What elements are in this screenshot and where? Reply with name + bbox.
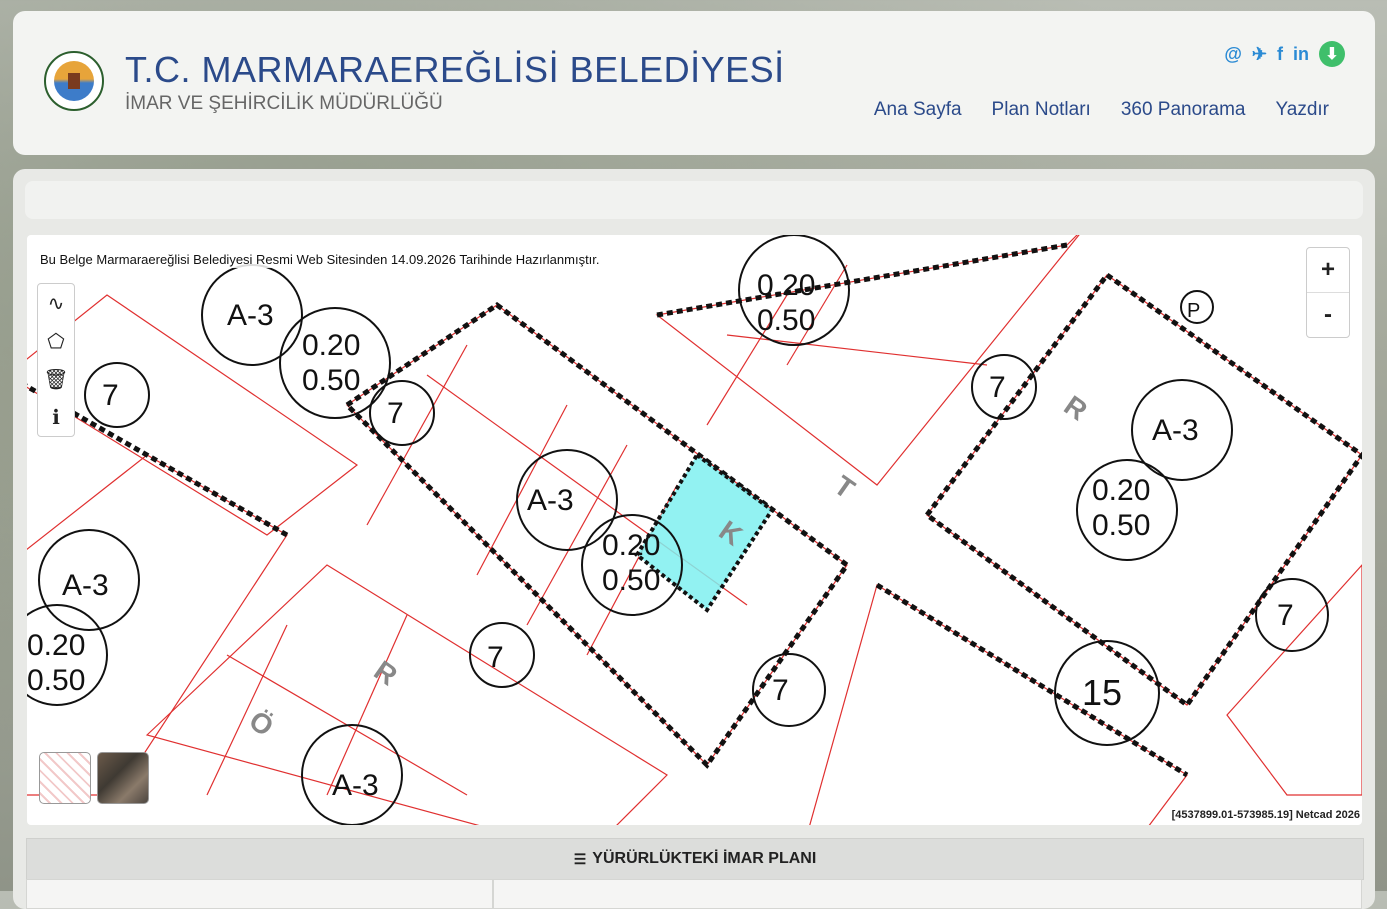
svg-text:0.50: 0.50 [27, 664, 85, 697]
municipality-logo[interactable] [44, 51, 104, 111]
main-nav: Ana Sayfa Plan Notları 360 Panorama Yazd… [874, 99, 1329, 121]
coordinate-readout: [4537899.01-573985.19] Netcad 2026 [1171, 809, 1360, 821]
nav-yazdir[interactable]: Yazdır [1275, 99, 1329, 121]
svg-text:7: 7 [387, 397, 404, 430]
svg-text:7: 7 [1277, 599, 1294, 632]
info-bar [25, 181, 1363, 219]
plan-map-canvas[interactable]: A-3 0.20 0.50 A-3 0.20 0.50 A-3 0.20 0.5… [27, 235, 1362, 825]
svg-text:0.50: 0.50 [757, 304, 815, 337]
svg-text:T: T [829, 470, 861, 505]
svg-text:R: R [1059, 390, 1093, 427]
nav-plan-notlari[interactable]: Plan Notları [992, 99, 1091, 121]
list-icon: ☰ [573, 850, 587, 867]
map-notice: Bu Belge Marmaraereğlisi Belediyesi Resm… [37, 251, 603, 268]
trash-icon[interactable]: 🗑 [38, 360, 74, 398]
facebook-icon[interactable]: f [1277, 44, 1283, 65]
svg-text:7: 7 [989, 371, 1006, 404]
svg-text:A-3: A-3 [227, 299, 274, 332]
svg-text:0.20: 0.20 [27, 629, 85, 662]
map-view[interactable]: A-3 0.20 0.50 A-3 0.20 0.50 A-3 0.20 0.5… [27, 235, 1362, 825]
svg-text:7: 7 [772, 674, 789, 707]
svg-text:0.20: 0.20 [757, 269, 815, 302]
svg-text:R: R [369, 655, 403, 692]
zoom-out-button[interactable]: - [1307, 293, 1349, 337]
svg-text:0.50: 0.50 [302, 364, 360, 397]
svg-text:P: P [1187, 300, 1200, 322]
svg-text:Ö: Ö [244, 705, 280, 743]
basemap-switcher [39, 752, 149, 804]
plan-table-column [493, 879, 1362, 909]
svg-text:0.20: 0.20 [302, 329, 360, 362]
svg-text:0.20: 0.20 [1092, 474, 1150, 507]
download-icon[interactable]: ⬇ [1319, 41, 1345, 67]
info-icon[interactable]: ℹ [38, 398, 74, 436]
current-plan-section-header[interactable]: ☰ YÜRÜRLÜKTEKİ İMAR PLANI [26, 838, 1364, 880]
svg-text:7: 7 [102, 379, 119, 412]
plan-table-columns [26, 879, 1362, 909]
svg-text:0.50: 0.50 [602, 564, 660, 597]
social-links: @ ✈ f in ⬇ [1224, 41, 1345, 67]
satellite-layer-thumbnail[interactable] [97, 752, 149, 804]
draw-polygon-icon[interactable]: ⬠ [38, 322, 74, 360]
site-header: T.C. MARMARAEREĞLİSİ BELEDİYESİ İMAR VE … [13, 11, 1375, 155]
svg-text:0.20: 0.20 [602, 529, 660, 562]
linkedin-icon[interactable]: in [1293, 44, 1309, 65]
zoom-in-button[interactable]: + [1307, 248, 1349, 293]
site-title: T.C. MARMARAEREĞLİSİ BELEDİYESİ [125, 49, 785, 90]
nav-360-panorama[interactable]: 360 Panorama [1121, 99, 1246, 121]
svg-text:0.50: 0.50 [1092, 509, 1150, 542]
twitter-icon[interactable]: ✈ [1252, 44, 1267, 65]
svg-text:A-3: A-3 [527, 484, 574, 517]
content-panel: A-3 0.20 0.50 A-3 0.20 0.50 A-3 0.20 0.5… [13, 169, 1375, 909]
section-title: YÜRÜRLÜKTEKİ İMAR PLANI [592, 850, 817, 867]
svg-text:7: 7 [487, 641, 504, 674]
site-subtitle: İMAR VE ŞEHİRCİLİK MÜDÜRLÜĞÜ [125, 93, 443, 114]
plan-table-column [26, 879, 494, 909]
svg-text:A-3: A-3 [332, 769, 379, 802]
svg-text:A-3: A-3 [62, 569, 109, 602]
zoom-control: + - [1306, 247, 1350, 338]
draw-toolbar: ∿ ⬠ 🗑 ℹ [37, 283, 75, 437]
nav-ana-sayfa[interactable]: Ana Sayfa [874, 99, 962, 121]
draw-line-icon[interactable]: ∿ [38, 284, 74, 322]
email-icon[interactable]: @ [1224, 44, 1242, 65]
svg-text:A-3: A-3 [1152, 414, 1199, 447]
plan-layer-thumbnail[interactable] [39, 752, 91, 804]
svg-text:15: 15 [1082, 672, 1122, 713]
